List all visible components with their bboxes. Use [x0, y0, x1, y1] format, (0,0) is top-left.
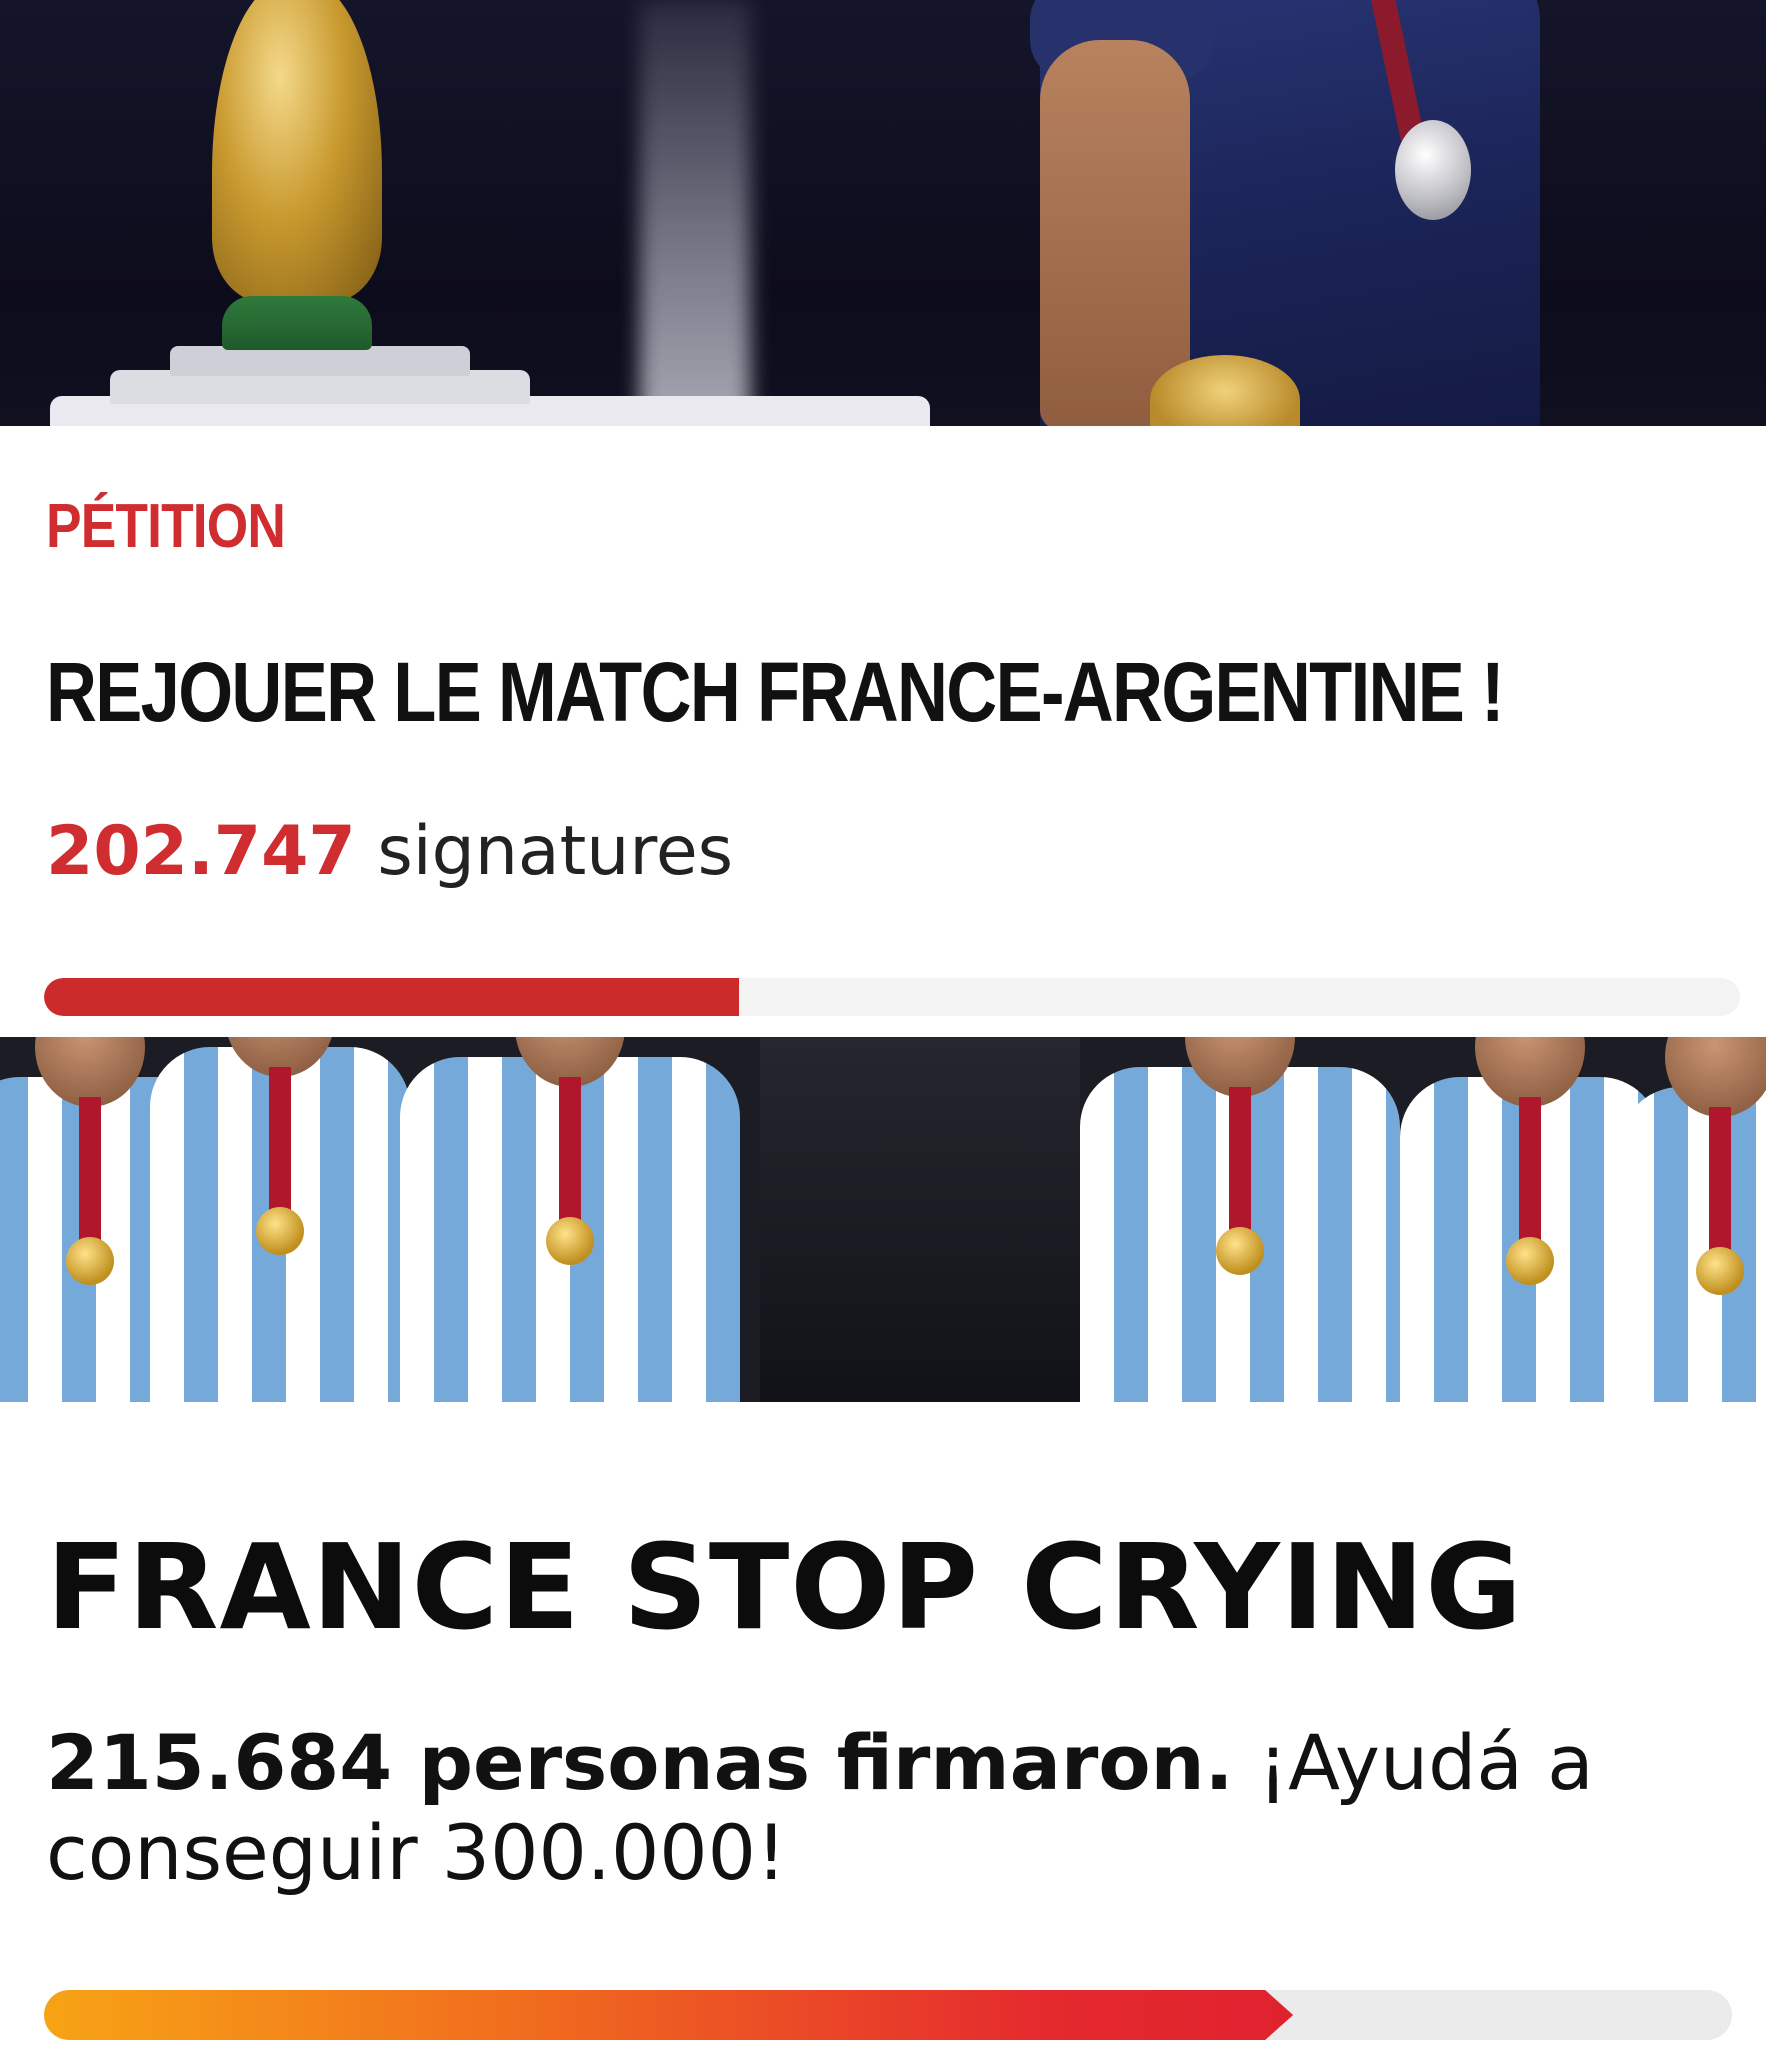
french-player-arm: [1040, 40, 1190, 426]
petition-category-label: PÉTITION: [46, 492, 286, 561]
stage-light: [640, 0, 750, 426]
signature-count: 202.747: [46, 812, 356, 891]
medal-ribbon: [559, 1077, 581, 1227]
gold-medal: [546, 1217, 594, 1265]
goal-progress-bar: [44, 1990, 1732, 2040]
gold-medal: [66, 1237, 114, 1285]
medal-ribbon: [1519, 1097, 1541, 1247]
petition-title-stop-crying[interactable]: FRANCE STOP CRYING: [46, 1528, 1523, 1646]
medal-ribbon: [79, 1097, 101, 1247]
photo-background-crowd: [760, 1037, 1080, 1402]
medal-ribbon: [1709, 1107, 1731, 1257]
trophy-pedestal-top: [170, 346, 470, 376]
world-cup-trophy: [212, 0, 382, 302]
medal-ribbon: [1229, 1087, 1251, 1237]
gold-medal: [256, 1207, 304, 1255]
signature-progress-bar: [44, 978, 1740, 1016]
argentina-players-photo: [0, 1037, 1766, 1402]
signature-count-line: 202.747 signatures: [46, 818, 733, 886]
signature-word: signatures: [377, 812, 734, 891]
gold-medal: [1506, 1237, 1554, 1285]
gold-medal: [1696, 1247, 1744, 1295]
petition-title[interactable]: REJOUER LE MATCH FRANCE-ARGENTINE !: [46, 650, 1505, 734]
silver-medal: [1395, 120, 1471, 220]
signed-count-text: 215.684 personas firmaron. ¡Ayudá a cons…: [46, 1718, 1606, 1898]
trophy-base: [222, 296, 372, 350]
signature-progress-fill: [44, 978, 740, 1016]
gold-medal: [1216, 1227, 1264, 1275]
medal-ribbon: [269, 1067, 291, 1217]
world-cup-trophy-photo: [0, 0, 1766, 426]
argentina-player-shirt: [1620, 1087, 1766, 1402]
goal-progress-fill: [44, 1990, 1293, 2040]
signed-count-bold: 215.684 personas firmaron.: [46, 1718, 1234, 1807]
